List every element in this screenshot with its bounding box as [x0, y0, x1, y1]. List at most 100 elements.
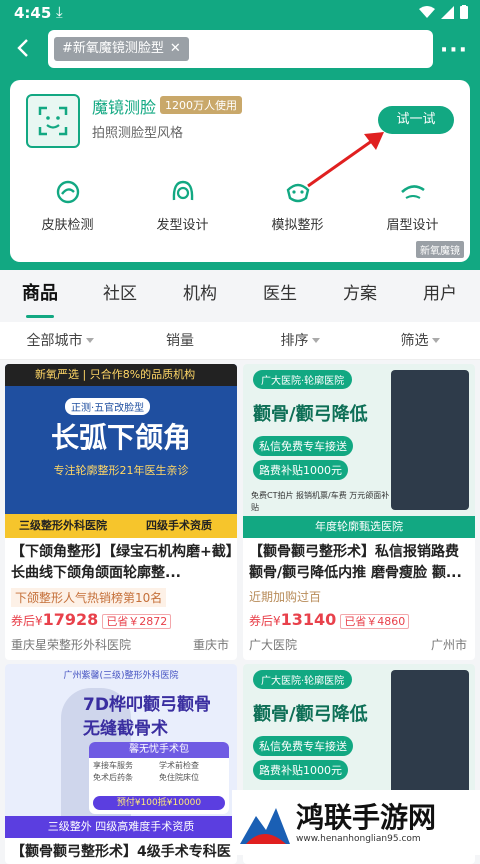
city-name: 重庆市 — [192, 638, 229, 652]
product-image: 新氧严选 | 只合作8%的品质机构 正测·五官改脸型 长弧下颌角 专注轮廓整形2… — [5, 364, 237, 538]
perk: 享接车服务 — [93, 761, 133, 770]
logo-mark-icon — [240, 808, 290, 844]
product-tag: 下颌整形人气热销榜第10名 — [11, 588, 167, 607]
perk: 免住院床位 — [159, 773, 199, 782]
search-chip-label: #新氧魔镜测脸型 — [62, 41, 164, 56]
chevron-down-icon — [311, 338, 320, 343]
signal-icon — [441, 5, 454, 19]
search-input[interactable]: #新氧魔镜测脸型 ✕ — [48, 30, 433, 68]
saved-amount: 已省￥2872 — [102, 614, 172, 629]
battery-icon — [460, 5, 468, 19]
filter-label: 筛选 — [400, 333, 429, 349]
product-image: 广州紫馨(三级)整形外科医院 7D桦叩颧弓颧骨 无缝截骨术 馨无忧手术包 享接车… — [5, 664, 237, 838]
filter-sales[interactable]: 销量 — [120, 322, 240, 359]
product-name: 【颧骨颧弓整形术】私信报销路费 颧骨/颧弓降低内推 磨骨瘦脸 颧... — [249, 544, 462, 581]
banner-headline: 7D桦叩颧弓颧骨 — [83, 695, 211, 715]
status-bar: 4:45 ⤓ — [0, 0, 480, 26]
tab-plans[interactable]: 方案 — [320, 272, 400, 320]
site-watermark: 鸿联手游网 www.henanhonglian95.com — [232, 790, 480, 855]
watermark-url: www.henanhonglian95.com — [296, 834, 421, 844]
banner-sub: 正测·五官改脸型 — [65, 398, 151, 415]
banner-caption: 专注轮廓整形21年医生亲诊 — [53, 464, 189, 477]
wifi-icon — [419, 5, 435, 18]
filter-bar: 全部城市 销量 排序 筛选 — [0, 322, 480, 360]
banner-line1: 私信免费专车接送 — [253, 736, 353, 756]
banner-line2: 路费补贴1000元 — [253, 760, 348, 780]
banner-header: 广州紫馨(三级)整形外科医院 — [63, 671, 179, 681]
chevron-down-icon — [85, 338, 94, 343]
filter-label: 全部城市 — [26, 333, 83, 349]
card-watermark: 新氧魔镜 — [416, 241, 464, 258]
perk: 学术前检查 — [159, 761, 199, 770]
face-mirror-card: 魔镜测脸 1200万人使用 拍照测脸型风格 试一试 皮肤检测 发型设计 模拟整形… — [10, 80, 470, 262]
banner-footer-right: 四级手术资质 — [146, 519, 212, 532]
tab-institutions[interactable]: 机构 — [160, 272, 240, 320]
hospital-name: 广大医院 — [249, 638, 298, 652]
chip-close-icon[interactable]: ✕ — [170, 37, 181, 61]
filter-label: 排序 — [280, 333, 309, 349]
tool-row: 皮肤检测 发型设计 模拟整形 眉型设计 — [10, 178, 470, 233]
product-photo — [391, 370, 469, 510]
category-tabs: 商品 社区 机构 医生 方案 用户 — [0, 272, 480, 320]
price-value: 17928 — [42, 610, 99, 629]
banner-headline: 长弧下颌角 — [50, 421, 191, 454]
eyebrow-icon — [400, 185, 425, 199]
filter-screen[interactable]: 筛选 — [360, 322, 480, 359]
feature-title: 魔镜测脸 — [92, 98, 157, 117]
product-price: 券后¥13140 已省￥4860 — [249, 610, 410, 629]
hospital-name: 重庆星荣整形外科医院 — [11, 638, 132, 652]
banner-headline: 颧骨/颧弓降低 — [253, 404, 368, 425]
status-time: 4:45 — [14, 4, 52, 22]
filter-city[interactable]: 全部城市 — [0, 322, 120, 359]
package-title: 馨无忧手术包 — [89, 742, 229, 758]
tab-users[interactable]: 用户 — [400, 272, 480, 320]
banner-footer-left: 三级整形外科医院 — [19, 519, 107, 532]
tool-eyebrow[interactable]: 眉型设计 — [355, 178, 470, 233]
city-name: 广州市 — [430, 638, 467, 652]
perk: 免术后药条 — [93, 773, 133, 782]
banner-header: 广大医院·轮廓医院 — [253, 670, 353, 689]
back-icon[interactable] — [12, 36, 36, 60]
product-name: 【下颌角整形】【绿宝石机构磨+截】长曲线下颌角颌面轮廓整... — [11, 544, 233, 581]
product-tag: 近期加购过百 — [249, 590, 322, 604]
banner-footer: 三级整外 四级高难度手术资质 — [5, 816, 237, 838]
product-name: 【颧骨颧弓整形术】4级手术专科医 — [11, 844, 231, 860]
hairstyle-icon — [172, 180, 193, 201]
package-box: 馨无忧手术包 享接车服务 学术前检查 免术后药条 免住院床位 预付¥100抵¥1… — [89, 742, 229, 814]
product-card[interactable]: 广州紫馨(三级)整形外科医院 7D桦叩颧弓颧骨 无缝截骨术 馨无忧手术包 享接车… — [5, 664, 237, 864]
price-value: 13140 — [280, 610, 337, 629]
product-photo — [391, 670, 469, 810]
tab-doctors[interactable]: 医生 — [240, 272, 320, 320]
banner-line1: 私信免费专车接送 — [253, 436, 353, 456]
feature-subtitle: 拍照测脸型风格 — [92, 126, 184, 141]
product-price: 券后¥17928 已省￥2872 — [11, 610, 172, 629]
search-chip[interactable]: #新氧魔镜测脸型 ✕ — [54, 37, 189, 61]
tool-skin-check[interactable]: 皮肤检测 — [10, 178, 125, 233]
search-row: #新氧魔镜测脸型 ✕ ··· — [0, 28, 480, 72]
banner-footer: 年度轮廓甄选医院 — [243, 516, 475, 538]
tool-simulate-surgery[interactable]: 模拟整形 — [240, 178, 355, 233]
tab-products[interactable]: 商品 — [0, 272, 80, 320]
price-prefix: 券后¥ — [11, 614, 43, 628]
tab-community[interactable]: 社区 — [80, 272, 160, 320]
banner-headline2: 无缝截骨术 — [83, 719, 168, 739]
tool-label: 发型设计 — [156, 218, 209, 233]
filter-sort[interactable]: 排序 — [240, 322, 360, 359]
tool-hairstyle[interactable]: 发型设计 — [125, 178, 240, 233]
product-card[interactable]: 广大医院·轮廓医院 颧骨/颧弓降低 私信免费专车接送 路费补贴1000元 免费C… — [243, 364, 475, 660]
banner-header: 新氧严选 | 只合作8%的品质机构 — [5, 364, 237, 386]
user-count-badge: 1200万人使用 — [160, 96, 242, 114]
simulate-surgery-icon — [286, 183, 309, 203]
more-icon[interactable]: ··· — [440, 38, 468, 63]
face-scan-icon — [26, 94, 80, 148]
banner-header: 广大医院·轮廓医院 — [253, 370, 353, 389]
download-icon: ⤓ — [56, 3, 63, 21]
try-button[interactable]: 试一试 — [378, 106, 454, 134]
banner-features: 免费CT拍片 报销机票/车费 万元颌面补贴 — [251, 491, 390, 512]
product-card[interactable]: 新氧严选 | 只合作8%的品质机构 正测·五官改脸型 长弧下颌角 专注轮廓整形2… — [5, 364, 237, 660]
tool-label: 皮肤检测 — [41, 218, 94, 233]
filter-label: 销量 — [166, 333, 194, 349]
product-image: 广大医院·轮廓医院 颧骨/颧弓降低 私信免费专车接送 路费补贴1000元 免费C… — [243, 364, 475, 538]
skin-check-icon — [56, 180, 79, 204]
saved-amount: 已省￥4860 — [340, 614, 410, 629]
